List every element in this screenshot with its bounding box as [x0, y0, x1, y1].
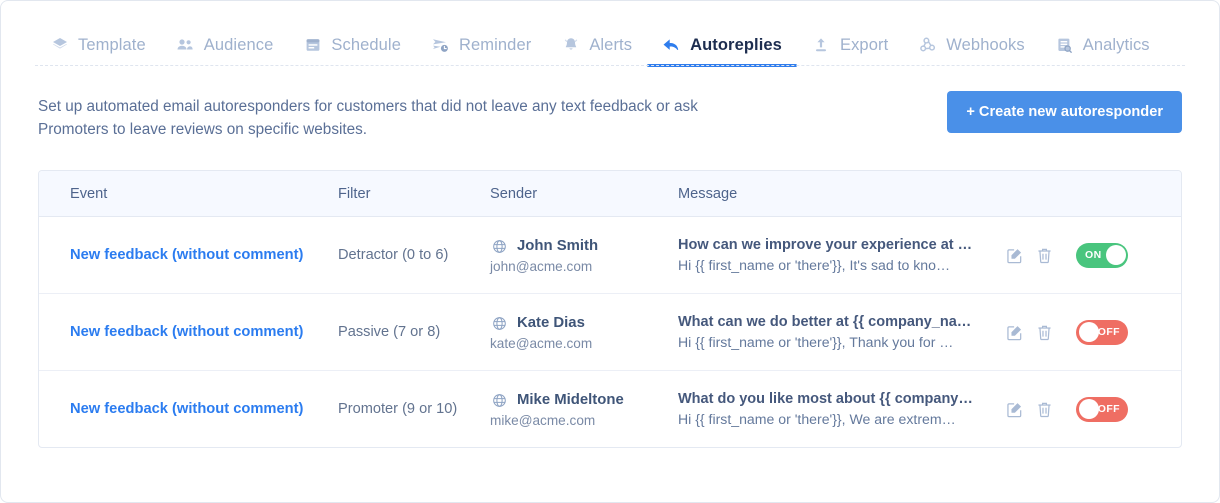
people-icon — [176, 36, 195, 55]
event-link[interactable]: New feedback (without comment) — [70, 401, 303, 417]
column-header-message: Message — [678, 185, 738, 202]
sender-name-line: Mike Mideltone — [490, 391, 678, 410]
delete-icon[interactable] — [1034, 245, 1054, 265]
column-header-sender: Sender — [490, 185, 538, 202]
cell-actions: OFF — [998, 319, 1181, 345]
status-toggle[interactable]: OFF — [1076, 396, 1128, 422]
tab-label: Audience — [203, 35, 274, 54]
message-subject: How can we improve your experience at … — [678, 237, 973, 253]
webhook-icon — [918, 36, 937, 55]
tab-label: Template — [78, 35, 146, 54]
send-clock-icon — [431, 36, 450, 55]
message-preview: Hi {{ first_name or 'there'}}, It's sad … — [678, 257, 951, 273]
sender-name-line: John Smith — [490, 237, 678, 256]
globe-icon — [490, 391, 509, 410]
column-header-event: Event — [70, 185, 108, 202]
cell-filter: Passive (7 or 8) — [338, 323, 490, 341]
cell-sender: Kate Dias kate@acme.com — [490, 314, 678, 351]
tab-alerts[interactable]: Alerts — [546, 1, 647, 67]
tab-schedule[interactable]: Schedule — [288, 1, 416, 67]
tab-template[interactable]: Template — [35, 1, 161, 67]
tab-webhooks[interactable]: Webhooks — [903, 1, 1039, 67]
globe-icon — [490, 237, 509, 256]
status-toggle[interactable]: OFF — [1076, 319, 1128, 345]
message-preview: Hi {{ first_name or 'there'}}, Thank you… — [678, 334, 954, 350]
sender-email: mike@acme.com — [490, 412, 596, 428]
tab-label: Schedule — [331, 35, 401, 54]
tab-label: Analytics — [1082, 35, 1150, 54]
event-link[interactable]: New feedback (without comment) — [70, 247, 303, 263]
message-subject: What can we do better at {{ company_na… — [678, 314, 972, 330]
create-new-autoresponder-button[interactable]: + Create new autoresponder — [947, 91, 1182, 133]
cell-filter: Promoter (9 or 10) — [338, 400, 490, 418]
edit-icon[interactable] — [1004, 245, 1024, 265]
calendar-icon — [303, 36, 322, 55]
message-subject: What do you like most about {{ company… — [678, 391, 973, 407]
cell-actions: ON — [998, 242, 1181, 268]
cell-message: What do you like most about {{ company… … — [678, 391, 998, 427]
cell-message: What can we do better at {{ company_na… … — [678, 314, 998, 350]
filter-text: Detractor (0 to 6) — [338, 247, 449, 263]
upload-icon — [812, 36, 831, 55]
table-header-row: Event Filter Sender Message — [39, 171, 1181, 217]
delete-icon[interactable] — [1034, 322, 1054, 342]
table-row: New feedback (without comment) Detractor… — [39, 217, 1181, 294]
status-toggle[interactable]: ON — [1076, 242, 1128, 268]
tab-label: Autoreplies — [690, 35, 782, 54]
message-preview: Hi {{ first_name or 'there'}}, We are ex… — [678, 411, 956, 427]
table-row: New feedback (without comment) Passive (… — [39, 294, 1181, 371]
layers-icon — [50, 36, 69, 55]
column-header-filter: Filter — [338, 185, 371, 202]
cell-sender: John Smith john@acme.com — [490, 237, 678, 274]
toggle-label: OFF — [1097, 325, 1120, 338]
cell-event: New feedback (without comment) — [39, 400, 338, 418]
sender-name: Mike Mideltone — [517, 392, 624, 408]
globe-icon — [490, 314, 509, 333]
tab-autoreplies[interactable]: Autoreplies — [647, 1, 797, 67]
filter-text: Promoter (9 or 10) — [338, 401, 458, 417]
cell-message: How can we improve your experience at … … — [678, 237, 998, 273]
tab-label: Alerts — [589, 35, 633, 54]
reply-arrow-icon — [662, 36, 681, 55]
edit-icon[interactable] — [1004, 322, 1024, 342]
toggle-knob — [1078, 399, 1099, 419]
settings-tab-bar: Template Audience Schedule Reminder Aler — [1, 1, 1219, 69]
autoreplies-panel: Template Audience Schedule Reminder Aler — [0, 0, 1220, 503]
delete-icon[interactable] — [1034, 399, 1054, 419]
tab-analytics[interactable]: Analytics — [1040, 1, 1165, 67]
toggle-knob — [1078, 322, 1099, 342]
toggle-label: OFF — [1097, 402, 1120, 415]
cell-actions: OFF — [998, 396, 1181, 422]
table-row: New feedback (without comment) Promoter … — [39, 371, 1181, 447]
tab-audience[interactable]: Audience — [161, 1, 289, 67]
sender-email: john@acme.com — [490, 258, 593, 274]
cell-sender: Mike Mideltone mike@acme.com — [490, 391, 678, 428]
sender-name: Kate Dias — [517, 315, 585, 331]
sender-name-line: Kate Dias — [490, 314, 678, 333]
toggle-label: ON — [1085, 248, 1102, 261]
event-link[interactable]: New feedback (without comment) — [70, 324, 303, 340]
bell-icon — [561, 36, 580, 55]
tab-reminder[interactable]: Reminder — [416, 1, 546, 67]
cell-filter: Detractor (0 to 6) — [338, 246, 490, 264]
tab-label: Export — [839, 35, 889, 54]
intro-description: Set up automated email autoresponders fo… — [38, 98, 698, 138]
tab-label: Reminder — [458, 35, 532, 54]
sender-email: kate@acme.com — [490, 335, 593, 351]
sender-name: John Smith — [517, 238, 599, 254]
edit-icon[interactable] — [1004, 399, 1024, 419]
autoresponders-table: Event Filter Sender Message New feedback… — [38, 170, 1182, 448]
filter-text: Passive (7 or 8) — [338, 324, 441, 340]
tab-label: Webhooks — [946, 35, 1025, 54]
intro-section: Set up automated email autoresponders fo… — [1, 69, 1219, 141]
tab-export[interactable]: Export — [797, 1, 903, 67]
report-icon — [1055, 36, 1074, 55]
cell-event: New feedback (without comment) — [39, 246, 338, 264]
cell-event: New feedback (without comment) — [39, 323, 338, 341]
toggle-knob — [1105, 245, 1126, 265]
